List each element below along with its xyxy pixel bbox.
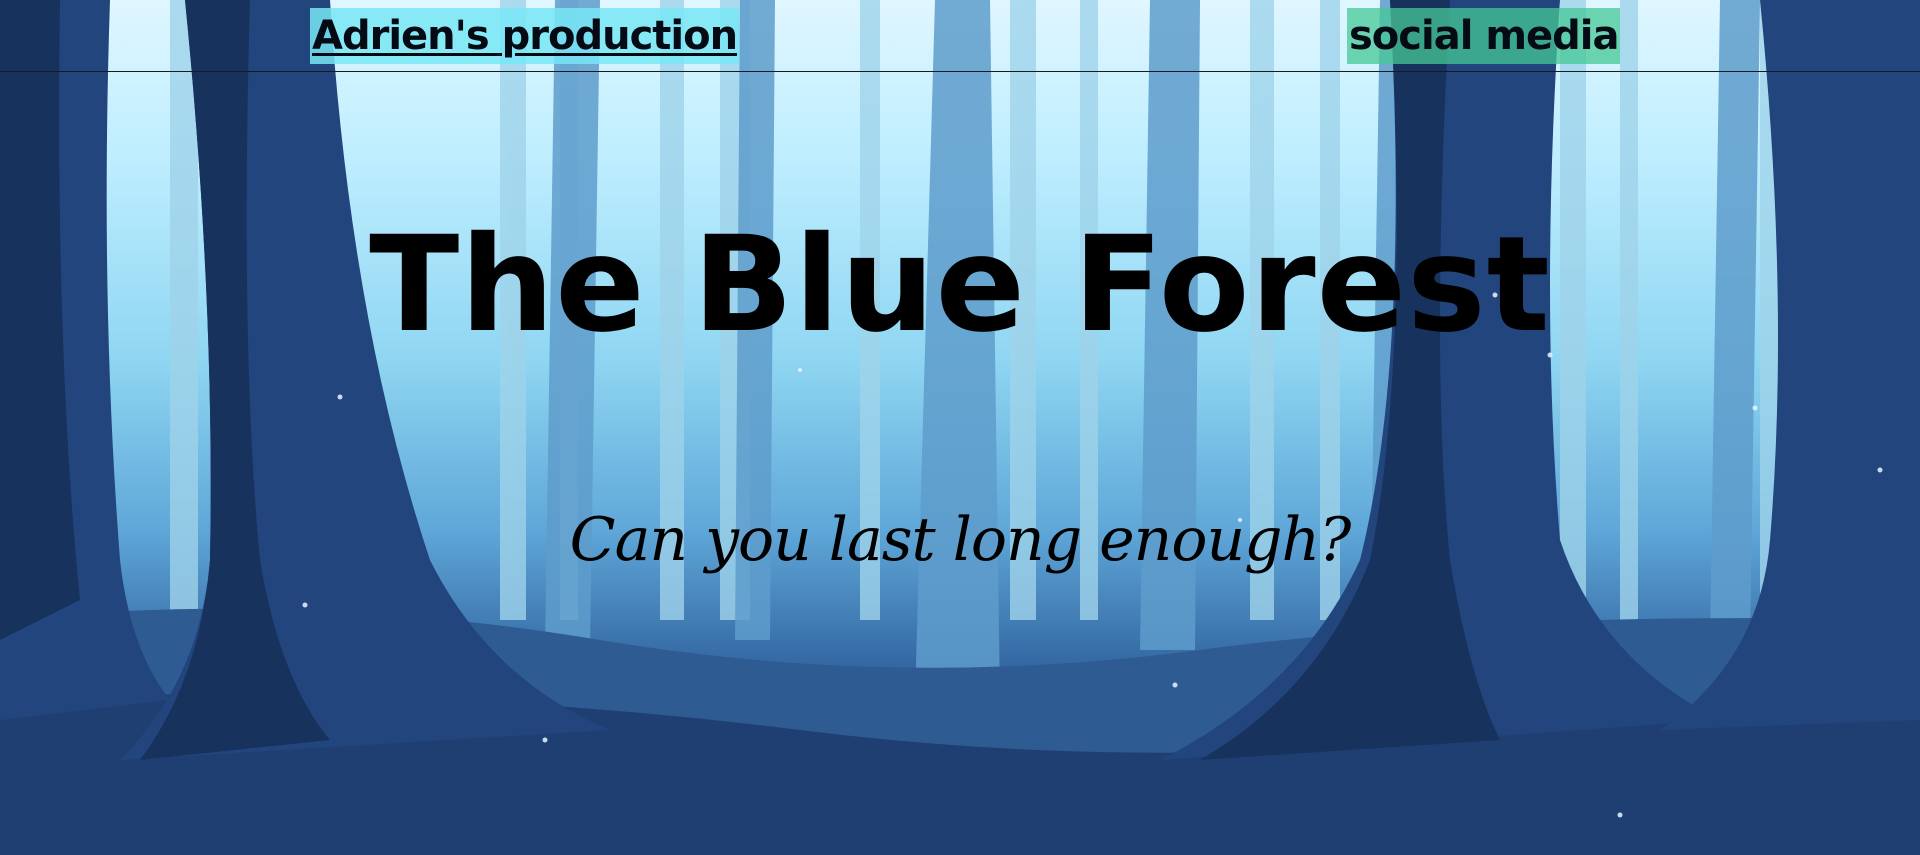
social-media-link[interactable]: social media [1347, 8, 1621, 64]
forest-background-illustration [0, 0, 1920, 855]
page-title: The Blue Forest [369, 208, 1551, 362]
tagline: Can you last long enough? [569, 505, 1352, 575]
home-link[interactable]: Adrien's production [310, 8, 740, 64]
top-nav: Adrien's production social media [0, 0, 1920, 72]
page: Adrien's production social media The Blu… [0, 0, 1920, 855]
